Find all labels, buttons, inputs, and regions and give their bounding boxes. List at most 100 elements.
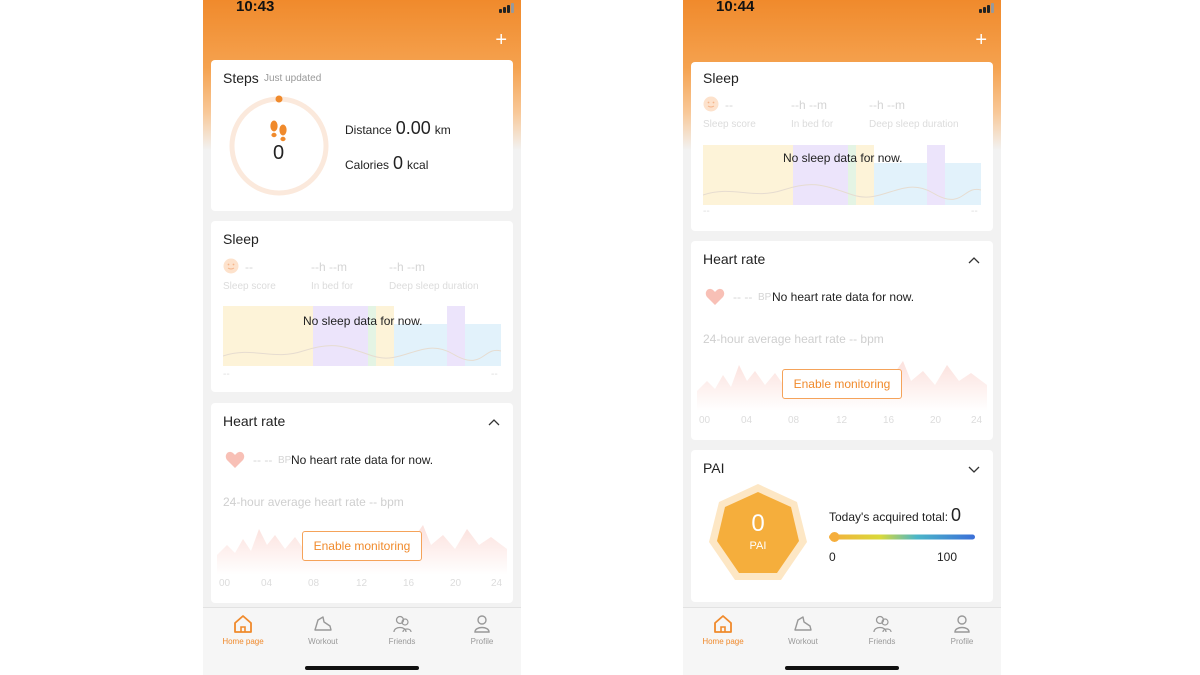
enable-monitoring-button[interactable]: Enable monitoring: [782, 369, 902, 399]
pai-progress-knob: [829, 532, 840, 542]
home-indicator: [785, 666, 899, 670]
add-button[interactable]: +: [495, 30, 507, 50]
sleep-score-label: Sleep score: [703, 119, 756, 130]
status-bar: 10:44 ◠: [683, 0, 1001, 18]
home-indicator: [305, 666, 419, 670]
sleep-card[interactable]: Sleep -- Sleep score --h --m In bed for …: [691, 62, 993, 231]
pai-card[interactable]: PAI 0 PAI Today's acquired total: 0 0 10…: [691, 450, 993, 602]
calories-label: Calories: [345, 158, 390, 172]
hour-label: 04: [261, 578, 273, 589]
heart-rate-title: Heart rate: [223, 413, 286, 429]
in-bed-value: --h --m: [311, 260, 347, 274]
heart-no-data: No heart rate data for now.: [772, 290, 915, 304]
tab-workout[interactable]: Workout: [773, 614, 833, 646]
tab-label: Workout: [308, 637, 338, 646]
add-button[interactable]: +: [975, 30, 987, 50]
chevron-down-icon[interactable]: [967, 462, 981, 476]
calories-unit: kcal: [407, 158, 429, 172]
calories-value: 0: [393, 153, 404, 173]
status-time: 10:43: [236, 0, 275, 15]
tab-bar: Home page Workout Friends Profile: [203, 607, 521, 675]
hour-label: 24: [971, 415, 983, 426]
distance-metric: Distance 0.00 km: [345, 118, 451, 139]
signal-icon: [499, 9, 502, 13]
steps-updated: Just updated: [264, 73, 322, 84]
shoe-icon: [794, 616, 812, 631]
heart-rate-title: Heart rate: [703, 251, 766, 267]
hour-label: 16: [403, 578, 415, 589]
pai-scale-min: 0: [829, 550, 836, 564]
tab-home[interactable]: Home page: [693, 614, 753, 646]
distance-value: 0.00: [395, 118, 431, 138]
steps-title: Steps: [223, 70, 259, 86]
sleep-title: Sleep: [703, 70, 739, 86]
heart-bpm-unit: BP: [758, 292, 772, 303]
sleep-no-data: No sleep data for now.: [303, 314, 423, 328]
tab-label: Profile: [950, 637, 974, 646]
in-bed-label: In bed for: [791, 119, 834, 130]
home-icon: [234, 615, 252, 633]
pai-value: 0: [751, 510, 765, 537]
in-bed-value: --h --m: [791, 98, 827, 112]
chevron-up-icon[interactable]: [967, 253, 981, 267]
pai-progress-bar: [829, 532, 975, 542]
distance-label: Distance: [345, 123, 392, 137]
heart-rate-card[interactable]: Heart rate -- -- BP No heart rate data f…: [211, 403, 513, 603]
friends-icon: [393, 615, 412, 633]
hour-label: 12: [356, 578, 368, 589]
sleep-axis-left: --: [703, 206, 710, 217]
status-time: 10:44: [716, 0, 755, 15]
distance-unit: km: [434, 123, 451, 137]
calories-metric: Calories 0 kcal: [345, 153, 428, 174]
sleep-axis-right: --: [971, 206, 978, 217]
heart-average-text: 24-hour average heart rate -- bpm: [703, 332, 884, 346]
phone-screen-right: 10:44 ◠ + Sleep -- Sleep score --h --m I…: [683, 0, 1001, 675]
heart-no-data: No heart rate data for now.: [291, 453, 434, 467]
sleep-face-icon: [703, 96, 719, 112]
heart-bpm-value: -- --: [733, 290, 753, 304]
hour-label: 04: [741, 415, 753, 426]
tab-friends[interactable]: Friends: [372, 614, 432, 646]
heart-bpm-value: -- --: [253, 453, 273, 467]
status-bar: 10:43 ◠: [203, 0, 521, 18]
shoe-icon: [314, 616, 332, 631]
hour-label: 24: [491, 578, 503, 589]
hour-label: 00: [699, 415, 711, 426]
phone-screen-left: 10:43 ◠ + Steps Just updated 0 D: [203, 0, 521, 675]
hour-label: 00: [219, 578, 231, 589]
heart-average-text: 24-hour average heart rate -- bpm: [223, 495, 404, 509]
tab-label: Home page: [222, 637, 264, 646]
tab-label: Profile: [470, 637, 494, 646]
sleep-title: Sleep: [223, 231, 259, 247]
tab-label: Workout: [788, 637, 818, 646]
tab-home[interactable]: Home page: [213, 614, 273, 646]
tab-profile[interactable]: Profile: [932, 614, 992, 646]
chevron-up-icon[interactable]: [487, 415, 501, 429]
pai-today-value: 0: [951, 505, 962, 525]
pai-scale-max: 100: [937, 550, 958, 564]
footprints-icon: [270, 120, 287, 142]
profile-icon: [474, 615, 490, 633]
tab-profile[interactable]: Profile: [452, 614, 512, 646]
tab-bar: Home page Workout Friends Profile: [683, 607, 1001, 675]
heart-bpm-unit: BP: [278, 455, 292, 466]
tab-workout[interactable]: Workout: [293, 614, 353, 646]
steps-card[interactable]: Steps Just updated 0 Distance 0.00 km Calo…: [211, 60, 513, 211]
sleep-score-value: --: [725, 98, 733, 112]
in-bed-label: In bed for: [311, 281, 354, 292]
sleep-card[interactable]: Sleep -- Sleep score --h --m In bed for …: [211, 221, 513, 392]
home-icon: [714, 615, 732, 633]
pai-title: PAI: [703, 460, 725, 476]
hour-label: 08: [788, 415, 800, 426]
tab-friends[interactable]: Friends: [852, 614, 912, 646]
sleep-face-icon: [223, 258, 239, 274]
deep-sleep-label: Deep sleep duration: [389, 281, 479, 292]
enable-monitoring-button[interactable]: Enable monitoring: [302, 531, 422, 561]
heart-icon: [705, 288, 725, 305]
deep-sleep-label: Deep sleep duration: [869, 119, 959, 130]
profile-icon: [954, 615, 970, 633]
heart-rate-card[interactable]: Heart rate -- -- BP No heart rate data f…: [691, 241, 993, 440]
heart-icon: [225, 451, 245, 468]
hour-label: 20: [450, 578, 462, 589]
hour-label: 08: [308, 578, 320, 589]
